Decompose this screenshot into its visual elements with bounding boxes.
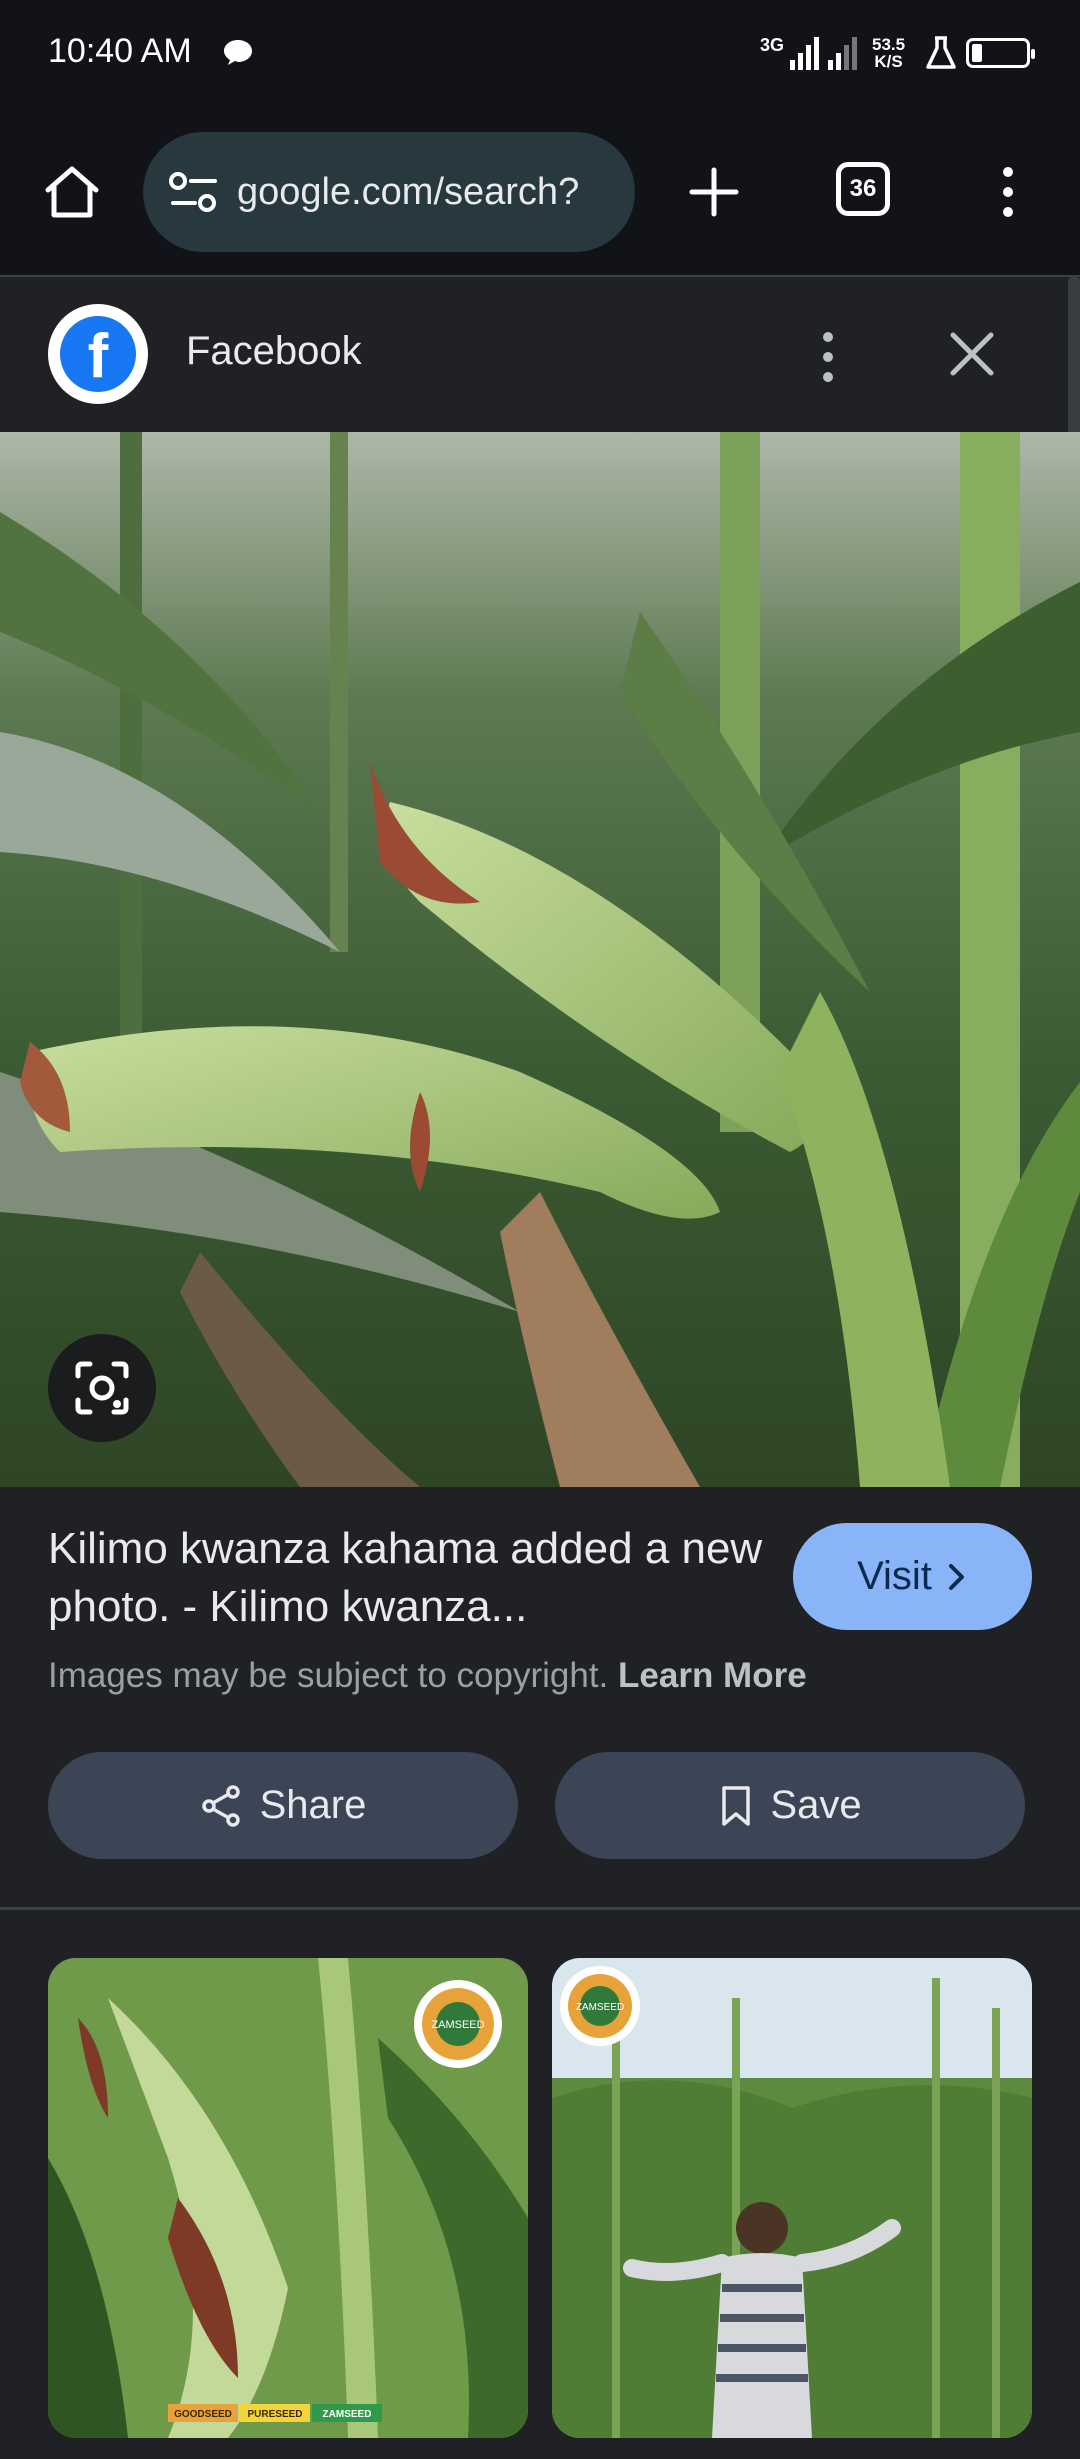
battery-icon <box>966 38 1035 68</box>
share-label: Share <box>259 1783 367 1827</box>
copyright-text: Images may be subject to copyright. <box>48 1656 609 1695</box>
site-settings-icon[interactable] <box>169 170 219 214</box>
main-image[interactable] <box>0 432 1080 1487</box>
new-tab-icon[interactable] <box>684 162 744 222</box>
visit-button[interactable]: Visit <box>793 1523 1032 1630</box>
flask-icon <box>926 36 956 69</box>
copyright-notice: Images may be subject to copyright. Lear… <box>48 1656 807 1696</box>
home-icon[interactable] <box>42 162 102 222</box>
result-title[interactable]: Kilimo kwanza kahama added a new photo. … <box>48 1520 768 1636</box>
related-image-2[interactable]: ZAMSEED <box>552 1958 1032 2438</box>
facebook-logo: f <box>48 304 148 404</box>
lens-icon <box>75 1361 129 1415</box>
source-header: f Facebook <box>0 277 1068 432</box>
banner-pureseed: PURESEED <box>247 2409 302 2420</box>
maize-photo <box>0 432 1080 1487</box>
status-bar: 10:40 AM 3G 53.5 K/S <box>0 0 1080 110</box>
visit-label: Visit <box>857 1554 932 1598</box>
share-icon <box>201 1784 240 1827</box>
status-time: 10:40 AM <box>48 32 192 70</box>
url-text[interactable]: google.com/search? <box>237 171 579 214</box>
signal-weak-icon <box>828 37 857 70</box>
save-label: Save <box>770 1783 862 1827</box>
save-button[interactable]: Save <box>555 1752 1025 1859</box>
network-type: 3G <box>760 35 785 55</box>
close-icon[interactable] <box>945 327 999 381</box>
lens-search-button[interactable] <box>48 1334 156 1442</box>
related-photo-1: ZAMSEED GOODSEED PURESEED ZAMSEED <box>48 1958 528 2438</box>
source-name[interactable]: Facebook <box>186 329 362 374</box>
learn-more-link[interactable]: Learn More <box>618 1656 807 1695</box>
related-image-1[interactable]: ZAMSEED GOODSEED PURESEED ZAMSEED <box>48 1958 528 2438</box>
facebook-icon: f <box>60 316 136 392</box>
banner-zamseed: ZAMSEED <box>323 2409 372 2420</box>
bookmark-icon <box>722 1785 751 1826</box>
signal-icon <box>790 37 819 70</box>
tab-switcher-button[interactable]: 36 <box>836 162 890 216</box>
address-bar[interactable]: google.com/search? <box>143 132 635 252</box>
related-photo-2: ZAMSEED <box>552 1958 1032 2438</box>
banner-goodseed: GOODSEED <box>174 2409 232 2420</box>
thumb2-logo-text: ZAMSEED <box>576 2002 624 2013</box>
browser-toolbar: google.com/search? 36 <box>0 110 1080 277</box>
section-divider <box>0 1907 1080 1910</box>
more-vert-icon[interactable] <box>808 327 848 387</box>
chevron-right-icon <box>948 1563 964 1590</box>
menu-icon[interactable] <box>988 162 1028 222</box>
share-button[interactable]: Share <box>48 1752 518 1859</box>
chat-bubble-icon <box>224 40 252 65</box>
network-speed: 53.5 K/S <box>872 35 906 71</box>
thumb1-logo-text: ZAMSEED <box>431 2019 484 2031</box>
